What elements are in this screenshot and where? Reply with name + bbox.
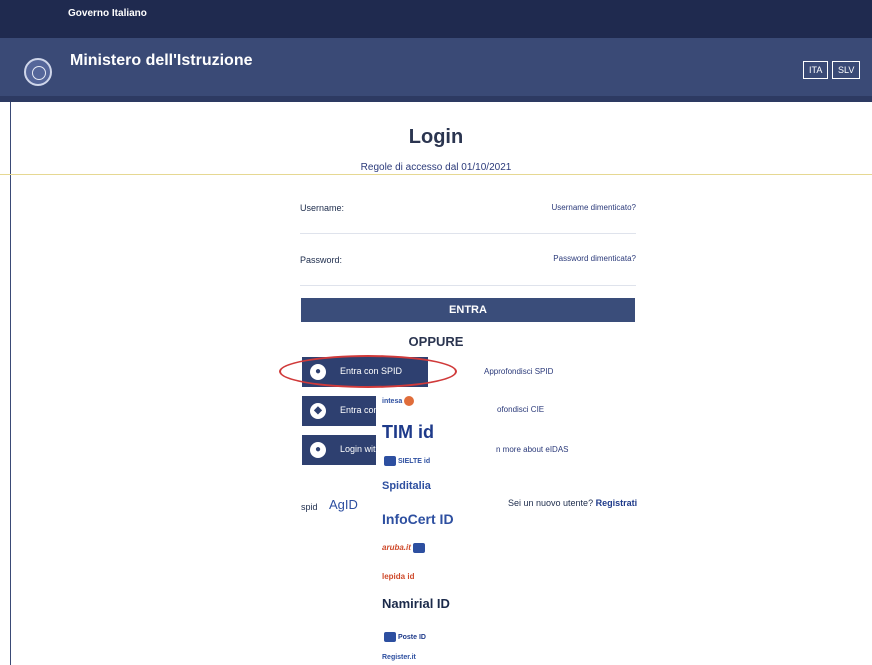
spid-info-link[interactable]: Approfondisci SPID bbox=[484, 367, 553, 376]
divider-line bbox=[0, 174, 872, 175]
provider-aruba[interactable]: aruba.it bbox=[382, 543, 425, 553]
new-user-prompt: Sei un nuovo utente? Registrati bbox=[508, 498, 637, 508]
provider-sielte-label: SIELTE id bbox=[397, 457, 431, 465]
forgot-username-link[interactable]: Username dimenticato? bbox=[552, 203, 636, 212]
ministry-title[interactable]: Ministero dell'Istruzione bbox=[70, 52, 253, 70]
provider-lepida[interactable]: lepida id bbox=[382, 572, 414, 581]
page-title: Login bbox=[408, 126, 464, 148]
provider-intesa[interactable]: intesa bbox=[382, 396, 415, 406]
username-input[interactable] bbox=[300, 214, 636, 234]
intesa-logo-icon bbox=[404, 396, 415, 406]
provider-sielte[interactable]: SIELTE id bbox=[382, 456, 430, 466]
or-separator: OPPURE bbox=[408, 334, 464, 349]
language-slv-button[interactable]: SLV bbox=[832, 61, 861, 79]
eidas-info-link[interactable]: n more about eIDAS bbox=[496, 445, 568, 454]
government-bar bbox=[0, 0, 872, 38]
eidas-button-label: Login with bbox=[340, 444, 381, 454]
spid-provider-menu: intesa TIM id SIELTE id Spiditalia InfoC… bbox=[376, 392, 492, 665]
highlight-circle bbox=[279, 355, 457, 388]
provider-register[interactable]: Register.it bbox=[382, 654, 416, 661]
poste-logo-icon bbox=[384, 632, 396, 642]
provider-namirial[interactable]: Namirial ID bbox=[382, 596, 450, 611]
provider-tim[interactable]: TIM id bbox=[382, 422, 434, 443]
provider-poste-label: Poste ID bbox=[397, 633, 426, 641]
aruba-logo-icon bbox=[412, 543, 425, 553]
page-left-border bbox=[10, 102, 11, 665]
agid-logo: AgID bbox=[329, 497, 358, 512]
government-label[interactable]: Governo Italiano bbox=[68, 8, 147, 19]
user-icon: ● bbox=[310, 442, 326, 458]
password-label: Password: bbox=[300, 255, 343, 265]
provider-poste[interactable]: Poste ID bbox=[382, 632, 426, 642]
register-link[interactable]: Registrati bbox=[596, 498, 638, 508]
access-rules-link[interactable]: Regole di accesso dal 01/10/2021 bbox=[0, 162, 872, 173]
provider-aruba-label: aruba.it bbox=[382, 543, 411, 553]
sielte-logo-icon bbox=[384, 456, 396, 466]
forgot-password-link[interactable]: Password dimenticata? bbox=[553, 254, 636, 263]
cie-info-link[interactable]: ofondisci CIE bbox=[497, 405, 544, 414]
provider-infocert[interactable]: InfoCert ID bbox=[382, 511, 454, 527]
spid-logo: spid bbox=[301, 502, 318, 512]
password-input[interactable] bbox=[300, 266, 636, 286]
ministry-header bbox=[0, 38, 872, 102]
provider-intesa-label: intesa bbox=[382, 397, 403, 405]
republic-emblem-icon bbox=[24, 58, 52, 86]
enter-button[interactable]: ENTRA bbox=[301, 298, 635, 322]
cie-card-icon: ◆ bbox=[310, 403, 326, 419]
cie-button-label: Entra con bbox=[340, 405, 379, 415]
language-ita-button[interactable]: ITA bbox=[803, 61, 829, 79]
username-label: Username: bbox=[300, 203, 345, 213]
new-user-text: Sei un nuovo utente? bbox=[508, 498, 594, 508]
provider-spiditalia[interactable]: Spiditalia bbox=[382, 480, 431, 492]
